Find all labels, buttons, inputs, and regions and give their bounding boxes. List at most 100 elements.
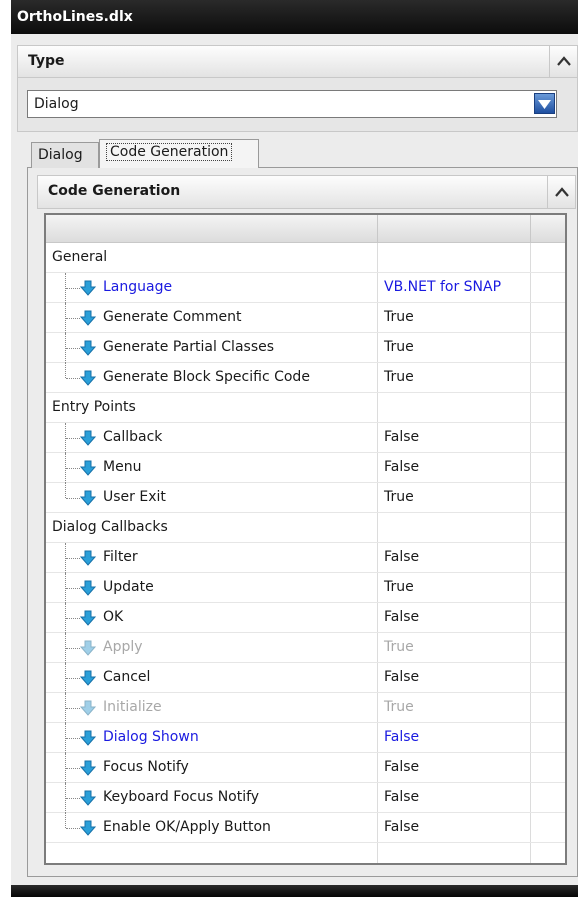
group-label: Dialog Callbacks [52,519,168,535]
property-value[interactable]: True [384,633,414,662]
property-grid: General Language VB.NET for SNAP Generate C… [44,213,567,865]
blue-down-arrow-icon [79,280,97,296]
property-value[interactable]: True [384,303,414,332]
blue-down-arrow-icon [79,340,97,356]
tab-code-generation[interactable]: Code Generation [99,139,259,168]
property-row[interactable]: Menu False [46,453,565,483]
dialog-window: OrthoLines.dlx Type Dialog Dialog Code G… [11,0,578,897]
property-name: Menu [103,459,142,475]
property-value[interactable]: False [384,453,419,482]
tree-branch [66,558,80,559]
blue-down-arrow-icon [79,640,97,656]
tree-branch [66,438,80,439]
property-name: Dialog Shown [103,729,199,745]
property-row[interactable]: Initialize True [46,693,565,723]
property-name: Update [103,579,154,595]
tree-branch [66,468,80,469]
tree-branch [66,378,80,379]
blue-down-arrow-icon [79,670,97,686]
property-value[interactable]: True [384,333,414,362]
property-row[interactable]: Dialog Shown False [46,723,565,753]
tree-branch [66,348,80,349]
property-value[interactable]: False [384,783,419,812]
property-row[interactable]: Generate Partial Classes True [46,333,565,363]
property-value[interactable]: False [384,423,419,452]
tree-connector [65,813,66,828]
property-value[interactable]: VB.NET for SNAP [384,273,501,302]
property-row[interactable]: OK False [46,603,565,633]
blue-down-arrow-icon [79,610,97,626]
property-value[interactable]: False [384,753,419,782]
tree-branch [66,318,80,319]
code-generation-header[interactable]: Code Generation [37,175,576,209]
grid-header-value-col[interactable] [378,215,531,242]
property-row[interactable]: Focus Notify False [46,753,565,783]
tree-connector [65,363,66,378]
property-value[interactable]: False [384,723,419,752]
property-row[interactable]: User Exit True [46,483,565,513]
grid-header [46,215,565,243]
window-bottom-bar [11,885,578,897]
blue-down-arrow-icon [79,580,97,596]
property-row[interactable]: Generate Block Specific Code True [46,363,565,393]
property-row[interactable]: Generate Comment True [46,303,565,333]
property-value[interactable]: False [384,663,419,692]
property-name: Initialize [103,699,162,715]
property-value[interactable]: False [384,603,419,632]
chevron-up-icon [556,56,571,66]
property-row[interactable]: Enable OK/Apply Button False [46,813,565,843]
tree-branch [66,288,80,289]
group-row[interactable]: General [46,243,565,273]
tab-code-generation-label: Code Generation [106,143,233,161]
property-name: Cancel [103,669,151,685]
property-value[interactable]: True [384,693,414,722]
blue-down-arrow-icon [79,370,97,386]
property-name: Filter [103,549,138,565]
blue-down-arrow-icon [79,700,97,716]
tree-connector [65,483,66,498]
type-section-label: Type [28,53,65,69]
property-value[interactable]: False [384,543,419,572]
property-name: Focus Notify [103,759,189,775]
property-row[interactable]: Filter False [46,543,565,573]
property-value[interactable]: True [384,483,414,512]
type-select[interactable]: Dialog [27,90,557,118]
property-name: Generate Block Specific Code [103,369,310,385]
tree-branch [66,618,80,619]
property-row[interactable]: Apply True [46,633,565,663]
property-name: Language [103,279,173,295]
tree-branch [66,828,80,829]
tree-branch [66,798,80,799]
group-row[interactable]: Dialog Callbacks [46,513,565,543]
blue-down-arrow-icon [79,550,97,566]
property-name: OK [103,609,124,625]
tree-branch [66,708,80,709]
collapse-type-button[interactable] [549,46,577,77]
triangle-down-icon [538,99,551,109]
type-select-value: Dialog [34,96,79,112]
property-row[interactable]: Keyboard Focus Notify False [46,783,565,813]
property-value[interactable]: True [384,573,414,602]
property-name: User Exit [103,489,166,505]
property-name: Keyboard Focus Notify [103,789,260,805]
property-name: Generate Comment [103,309,242,325]
group-label: Entry Points [52,399,136,415]
group-label: General [52,249,108,265]
property-value[interactable]: True [384,363,414,392]
grid-header-name-col[interactable] [46,215,378,242]
window-title: OrthoLines.dlx [11,0,578,34]
property-row[interactable]: Callback False [46,423,565,453]
property-row[interactable]: Update True [46,573,565,603]
type-section-header[interactable]: Type [17,45,578,78]
empty-row [46,843,565,863]
blue-down-arrow-icon [79,490,97,506]
property-row[interactable]: Cancel False [46,663,565,693]
blue-down-arrow-icon [79,790,97,806]
dropdown-arrow-icon[interactable] [534,93,555,114]
tab-dialog[interactable]: Dialog [31,142,99,168]
property-value[interactable]: False [384,813,419,842]
collapse-code-generation-button[interactable] [547,176,575,208]
group-row[interactable]: Entry Points [46,393,565,423]
property-row[interactable]: Language VB.NET for SNAP [46,273,565,303]
chevron-up-icon [554,187,569,197]
